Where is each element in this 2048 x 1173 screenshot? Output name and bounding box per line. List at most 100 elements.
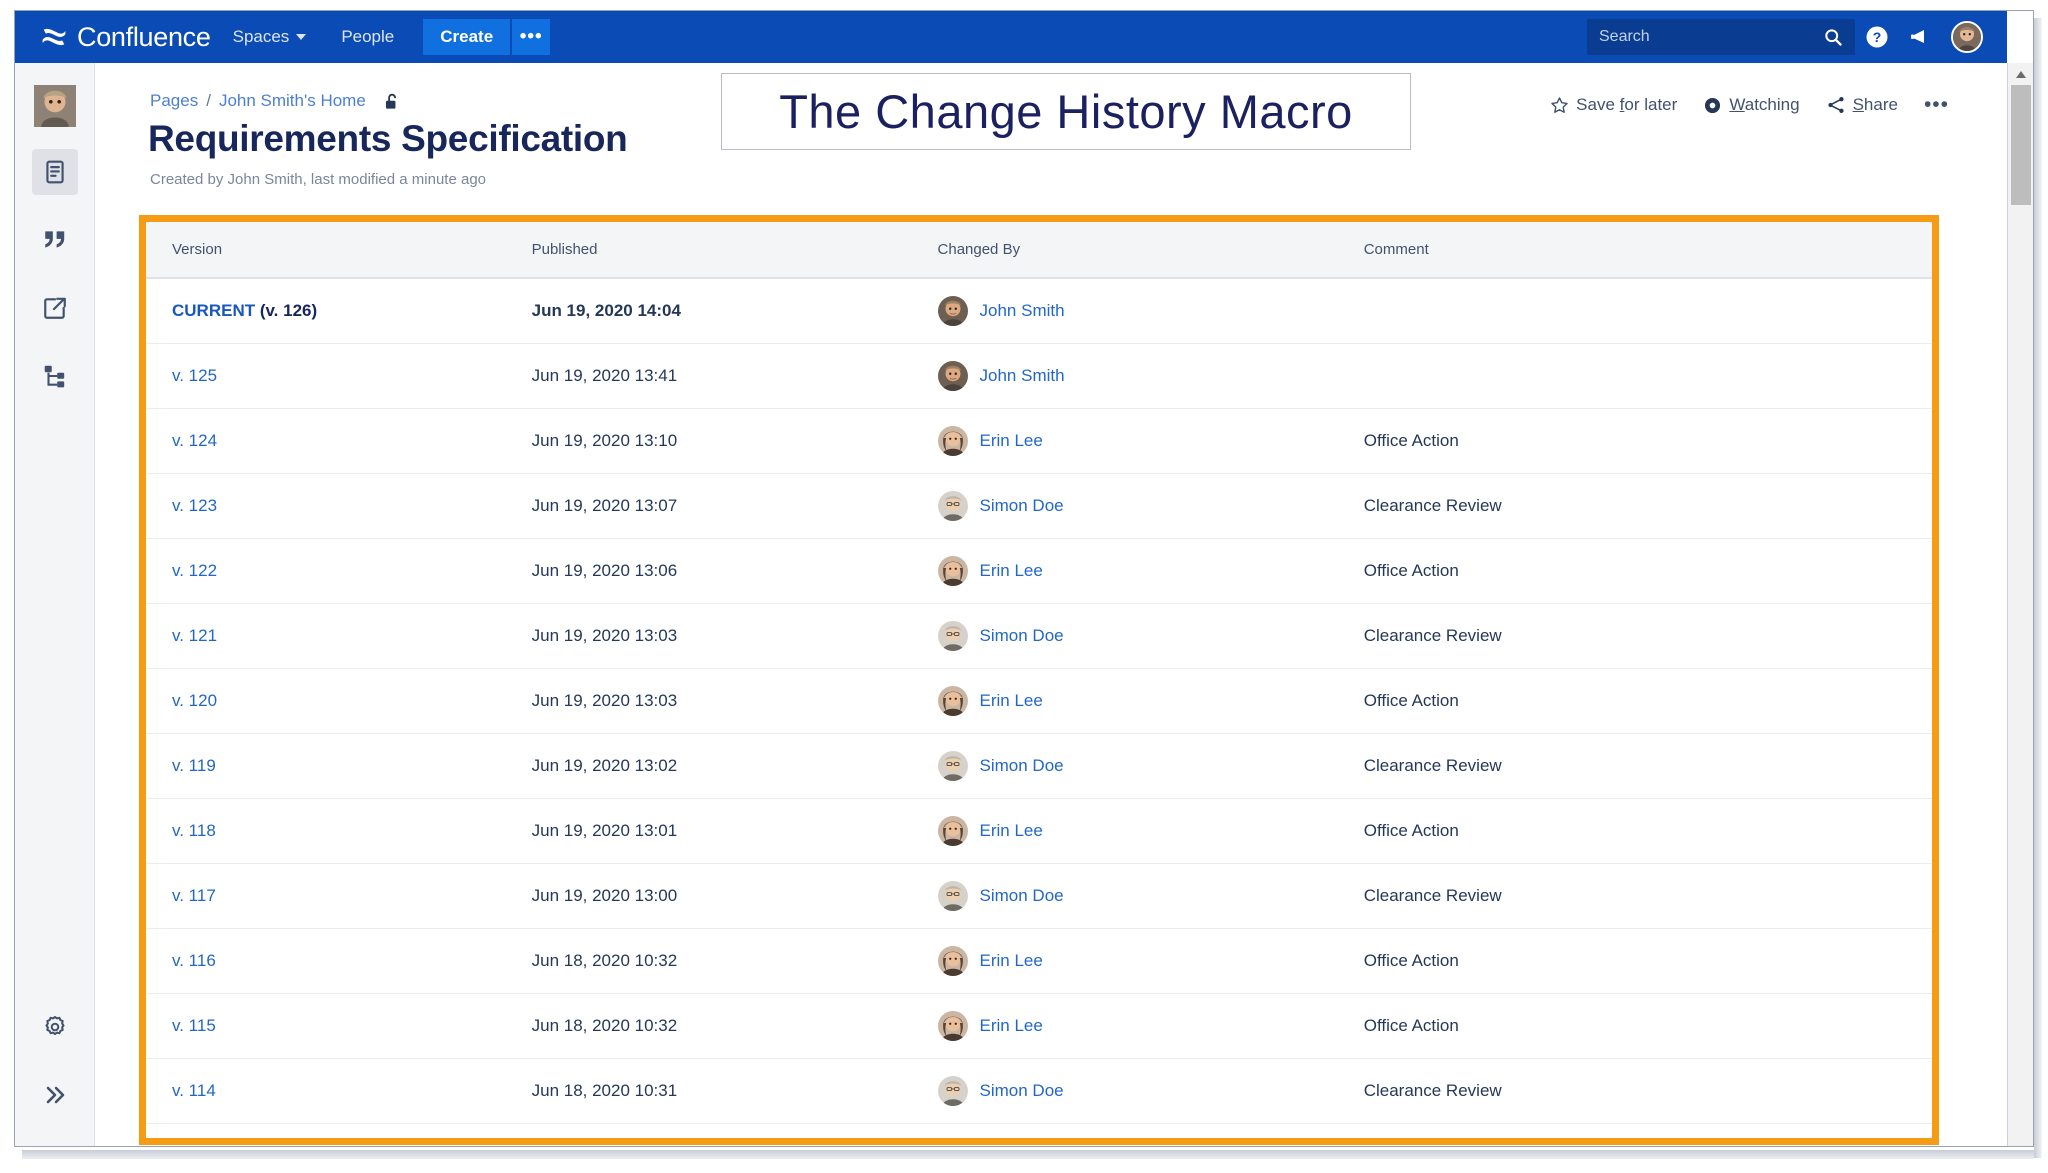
nav-item-people[interactable]: People [328,20,407,54]
user-link[interactable]: John Smith [980,301,1065,321]
published-date: Jun 19, 2020 13:41 [532,366,678,385]
cell-version: v. 120 [146,669,532,734]
version-link[interactable]: v. 116 [172,951,216,970]
version-link[interactable]: CURRENT [172,301,255,320]
unlocked-padlock-icon[interactable] [382,92,401,111]
search-input[interactable] [1599,28,1809,46]
nav-item-spaces[interactable]: Spaces [220,20,320,54]
vertical-scrollbar[interactable] [2007,63,2033,1147]
create-more-button[interactable]: ••• [512,19,550,55]
column-header-version[interactable]: Version [146,222,532,278]
eye-icon [1703,96,1722,115]
erin-lee-avatar [938,426,968,456]
version-link[interactable]: v. 125 [172,366,217,385]
avatar[interactable] [938,1141,968,1145]
user-link[interactable]: Erin Lee [980,951,1043,971]
breadcrumb-item-home[interactable]: John Smith's Home [219,91,366,111]
sidebar-bottom-group [32,982,78,1118]
cell-changed-by: Simon Doe [938,1059,1364,1124]
scroll-up-button[interactable] [2008,63,2034,85]
cell-published: Jun 19, 2020 13:03 [532,669,938,734]
version-link[interactable]: v. 115 [172,1016,216,1035]
comment-text: Office Action [1364,691,1459,710]
version-link[interactable]: v. 121 [172,626,217,645]
cell-changed-by: John Smith [938,344,1364,409]
user-link[interactable]: Erin Lee [980,821,1043,841]
avatar[interactable] [938,491,968,521]
search-box[interactable] [1587,19,1855,55]
user-link[interactable]: Simon Doe [980,756,1064,776]
avatar[interactable] [938,751,968,781]
avatar[interactable] [938,621,968,651]
table-header: Version Published Changed By Comment [146,222,1932,278]
cell-version: v. 125 [146,344,532,409]
table-body: CURRENT (v. 126)Jun 19, 2020 14:04John S… [146,278,1932,1145]
avatar[interactable] [938,556,968,586]
confluence-logo[interactable]: Confluence [41,22,211,53]
profile-avatar[interactable] [1951,21,1983,53]
user-link[interactable]: Erin Lee [980,561,1043,581]
simon-doe-avatar [938,621,968,651]
user-link[interactable]: Simon Doe [980,886,1064,906]
version-link[interactable]: v. 122 [172,561,217,580]
simon-doe-avatar [938,881,968,911]
avatar[interactable] [938,686,968,716]
avatar[interactable] [938,881,968,911]
version-link[interactable]: v. 124 [172,431,217,450]
avatar[interactable] [938,1011,968,1041]
comment-text: Clearance Review [1364,1081,1502,1100]
avatar[interactable] [938,426,968,456]
sidebar-avatar[interactable] [34,85,76,127]
avatar[interactable] [938,361,968,391]
save-for-later-button[interactable]: Save for later [1550,95,1677,115]
page-more-actions-button[interactable]: ••• [1924,93,1949,117]
scrollbar-thumb[interactable] [2011,85,2031,205]
column-header-comment[interactable]: Comment [1364,222,1932,278]
column-header-changed-by[interactable]: Changed By [938,222,1364,278]
version-link[interactable]: v. 117 [172,886,216,905]
breadcrumb-item-pages[interactable]: Pages [150,91,198,111]
search-icon[interactable] [1823,27,1843,47]
top-nav-right-group: ? [1587,15,1983,59]
sidebar-item-pages[interactable] [32,149,78,195]
cell-changed-by: Erin Lee [938,994,1364,1059]
left-sidebar [15,63,95,1147]
user-link[interactable]: Simon Doe [980,626,1064,646]
user-link[interactable]: Erin Lee [980,691,1043,711]
cell-changed-by: Erin Lee [938,539,1364,604]
avatar[interactable] [938,946,968,976]
version-link[interactable]: v. 118 [172,821,216,840]
version-link[interactable]: v. 123 [172,496,217,515]
table-row: v. 121Jun 19, 2020 13:03Simon DoeClearan… [146,604,1932,669]
sidebar-item-shortcuts[interactable] [32,285,78,331]
avatar[interactable] [938,296,968,326]
avatar[interactable] [938,816,968,846]
share-button[interactable]: Share [1826,95,1898,115]
user-link[interactable]: Simon Doe [980,1081,1064,1101]
cell-published: Jun 19, 2020 13:02 [532,734,938,799]
sidebar-item-blog[interactable] [32,217,78,263]
user-link[interactable]: Simon Doe [980,496,1064,516]
cell-comment: Office Action [1364,994,1932,1059]
changed-by-group: Erin Lee [938,946,1364,976]
user-link[interactable]: John Smith [980,366,1065,386]
sidebar-item-page-tree[interactable] [32,353,78,399]
erin-lee-avatar [938,1011,968,1041]
avatar[interactable] [938,1076,968,1106]
help-button[interactable]: ? [1855,15,1899,59]
version-link[interactable]: v. 120 [172,691,217,710]
create-button[interactable]: Create [423,19,510,55]
user-link[interactable]: Erin Lee [980,1016,1043,1036]
user-link[interactable]: Erin Lee [980,431,1043,451]
sidebar-item-settings[interactable] [32,1004,78,1050]
column-header-published[interactable]: Published [532,222,938,278]
notifications-button[interactable] [1899,15,1943,59]
version-link[interactable]: v. 119 [172,756,216,775]
simon-doe-avatar [938,751,968,781]
changed-by-group: Erin Lee [938,1011,1364,1041]
comment-text: Office Action [1364,821,1459,840]
version-link[interactable]: v. 114 [172,1081,216,1100]
cell-published: Jun 19, 2020 13:03 [532,604,938,669]
sidebar-expand-button[interactable] [32,1072,78,1118]
watching-button[interactable]: Watching [1703,95,1799,115]
